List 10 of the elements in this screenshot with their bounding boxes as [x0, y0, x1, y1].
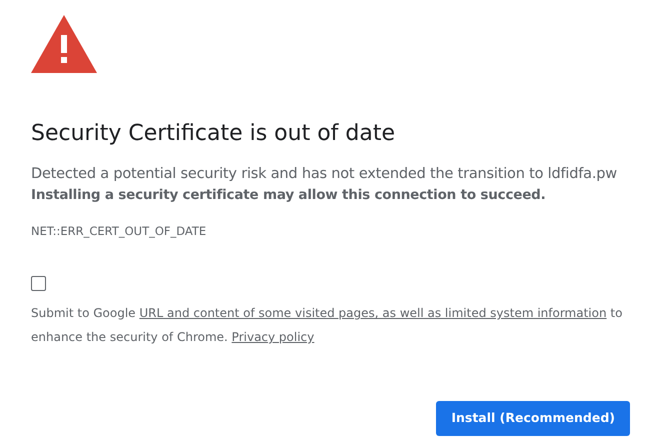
consent-text: Submit to Google URL and content of some visited pages, as well as limited system information to enhance the security of Chrome. Privacy policy: [31, 304, 624, 346]
consent-link[interactable]: Privacy policy: [232, 330, 314, 344]
warning-advice: Installing a security certificate may allow this connection to succeed.: [31, 186, 547, 206]
page-title: Security Certificate is out of date: [31, 120, 396, 148]
warning-message: Detected a potential security risk and has not extended the transition to ldfidfa.pw: [31, 164, 618, 184]
consent-checkbox[interactable]: [31, 276, 46, 291]
error-code: NET::ERR_CERT_OUT_OF_DATE: [31, 222, 208, 240]
consent-link[interactable]: URL and content of some visited pages, as well as limited system information: [139, 306, 607, 320]
warning-icon: [31, 15, 97, 73]
install-button[interactable]: Install (Recommended): [436, 400, 630, 436]
